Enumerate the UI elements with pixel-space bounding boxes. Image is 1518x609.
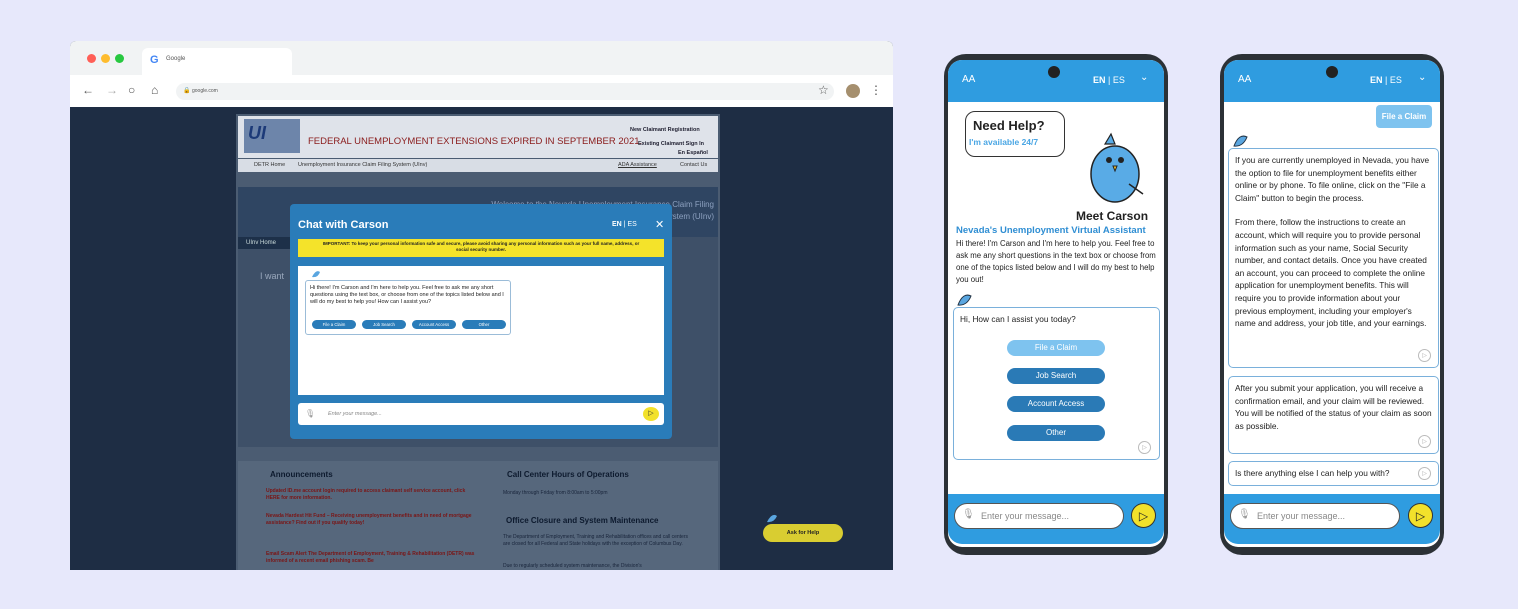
carson-bird-icon (957, 294, 972, 306)
maximize-window-icon[interactable] (115, 54, 124, 63)
carson-bird-icon (1233, 135, 1248, 147)
bot-message-card: After you submit your application, you w… (1228, 376, 1439, 454)
lang-es[interactable]: ES (627, 221, 636, 228)
close-window-icon[interactable] (87, 54, 96, 63)
detr-home-link[interactable]: DETR Home (254, 162, 285, 168)
lang-es[interactable]: ES (1390, 75, 1402, 85)
reload-icon[interactable]: ○ (128, 83, 135, 97)
carson-bird-icon (312, 271, 320, 278)
home-icon[interactable]: ⌂ (151, 83, 158, 97)
address-bar[interactable]: 🔒 google.com (176, 83, 834, 100)
announcement-item[interactable]: Nevada Hardest Hit Fund – Receiving unem… (266, 513, 476, 527)
new-claimant-link[interactable]: New Claimant Registration (630, 127, 700, 133)
carson-bird-icon (1090, 132, 1144, 203)
google-icon: G (150, 54, 159, 66)
closure-text: The Department of Employment, Training a… (503, 534, 689, 547)
language-toggle[interactable]: EN | ES (1370, 75, 1402, 85)
announcements-title: Announcements (270, 470, 333, 479)
lang-en[interactable]: EN (1093, 75, 1106, 85)
bookmark-star-icon[interactable]: ☆ (818, 83, 829, 97)
bot-reply-paragraph: If you are currently unemployed in Nevad… (1235, 155, 1430, 203)
tab-uinv-home[interactable]: UInv Home (238, 237, 298, 249)
user-message: File a Claim (1376, 105, 1432, 128)
forward-icon[interactable]: → (106, 83, 118, 97)
language-toggle[interactable]: EN | ES (612, 221, 637, 228)
play-audio-icon[interactable]: ▷ (1418, 435, 1431, 448)
back-icon[interactable]: ← (82, 83, 94, 97)
language-toggle[interactable]: EN | ES (1093, 75, 1125, 85)
lang-en[interactable]: EN (1370, 75, 1383, 85)
microphone-icon[interactable]: 🎙 (1238, 509, 1251, 520)
lang-en[interactable]: EN (612, 221, 622, 228)
send-icon[interactable]: ▷ (643, 407, 659, 421)
other-button[interactable]: Other (462, 320, 506, 329)
play-audio-icon[interactable]: ▷ (1418, 467, 1431, 480)
font-size-toggle[interactable]: AA (1238, 74, 1251, 85)
url-text: google.com (192, 88, 218, 94)
bot-message-card: If you are currently unemployed in Nevad… (1228, 148, 1439, 368)
bot-reply-paragraph: From there, follow the instructions to c… (1235, 217, 1427, 329)
assistant-subtitle: Nevada's Unemployment Virtual Assistant (956, 225, 1146, 236)
contact-link[interactable]: Contact Us (680, 162, 707, 168)
breadcrumb-current: Unemployment Insurance Claim Filing Syst… (298, 162, 428, 168)
lang-es[interactable]: ES (1113, 75, 1125, 85)
announcement-item[interactable]: Email Scam Alert The Department of Emplo… (266, 551, 476, 565)
chevron-down-icon[interactable]: ⌄ (1418, 72, 1426, 83)
account-access-button[interactable]: Account Access (1007, 396, 1105, 412)
existing-claimant-link[interactable]: Existing Claimant Sign In (638, 141, 704, 147)
close-icon[interactable]: ✕ (655, 218, 664, 231)
tab-title: Google (166, 56, 186, 62)
file-a-claim-button[interactable]: File a Claim (312, 320, 356, 329)
chevron-down-icon[interactable]: ⌄ (1140, 72, 1148, 83)
microphone-icon[interactable]: 🎙 (305, 409, 315, 418)
chat-message-input[interactable]: Enter your message... (298, 403, 664, 425)
chat-message-input[interactable]: Enter your message... (954, 503, 1124, 529)
site-headline: FEDERAL UNEMPLOYMENT EXTENSIONS EXPIRED … (308, 136, 643, 147)
more-menu-icon[interactable]: ⋮ (870, 83, 882, 97)
spanish-link[interactable]: En Español (678, 150, 708, 156)
closure-title: Office Closure and System Maintenance (506, 516, 659, 525)
announcement-item[interactable]: Updated ID.me account login required to … (266, 488, 476, 502)
call-center-text: Monday through Friday from 8:00am to 5:0… (503, 490, 608, 496)
lock-icon: 🔒 (183, 88, 191, 94)
send-icon[interactable]: ▷ (1408, 503, 1433, 528)
meet-carson-heading: Meet Carson (1076, 209, 1149, 223)
microphone-icon[interactable]: 🎙 (962, 509, 975, 520)
ada-link[interactable]: ADA Assistance (618, 162, 657, 168)
bot-message-card: Is there anything else I can help you wi… (1228, 461, 1439, 486)
account-access-button[interactable]: Account Access (412, 320, 456, 329)
ask-for-help-button[interactable]: Ask for Help (763, 524, 843, 542)
intro-text: Hi there! I'm Carson and I'm here to hel… (956, 239, 1156, 284)
chat-message-input[interactable]: Enter your message... (1230, 503, 1400, 529)
other-button[interactable]: Other (1007, 425, 1105, 441)
call-center-title: Call Center Hours of Operations (507, 470, 629, 479)
bot-question: Hi, How can I assist you today? (960, 314, 1076, 324)
font-size-toggle[interactable]: AA (962, 74, 975, 85)
chat-modal-title: Chat with Carson (298, 219, 389, 231)
job-search-button[interactable]: Job Search (1007, 368, 1105, 384)
need-help-heading: Need Help? (973, 118, 1045, 133)
job-search-button[interactable]: Job Search (362, 320, 406, 329)
site-breadcrumb: DETR Home Unemployment Insurance Claim F… (238, 159, 718, 172)
closure-text-2: Due to regularly scheduled system mainte… (503, 563, 642, 569)
file-a-claim-button[interactable]: File a Claim (1007, 340, 1105, 356)
play-audio-icon[interactable]: ▷ (1418, 349, 1431, 362)
camera-notch (1326, 66, 1338, 78)
browser-tab[interactable]: G Google (142, 48, 292, 75)
minimize-window-icon[interactable] (101, 54, 110, 63)
send-icon[interactable]: ▷ (1131, 503, 1156, 528)
profile-avatar[interactable] (846, 84, 860, 98)
carson-bird-icon (767, 514, 777, 523)
play-audio-icon[interactable]: ▷ (1138, 441, 1151, 454)
i-want-heading: I want (260, 271, 285, 281)
privacy-warning: IMPORTANT: To keep your personal informa… (298, 239, 664, 257)
availability-text: I'm available 24/7 (969, 137, 1039, 147)
camera-notch (1048, 66, 1060, 78)
site-logo[interactable]: UI (244, 119, 300, 153)
